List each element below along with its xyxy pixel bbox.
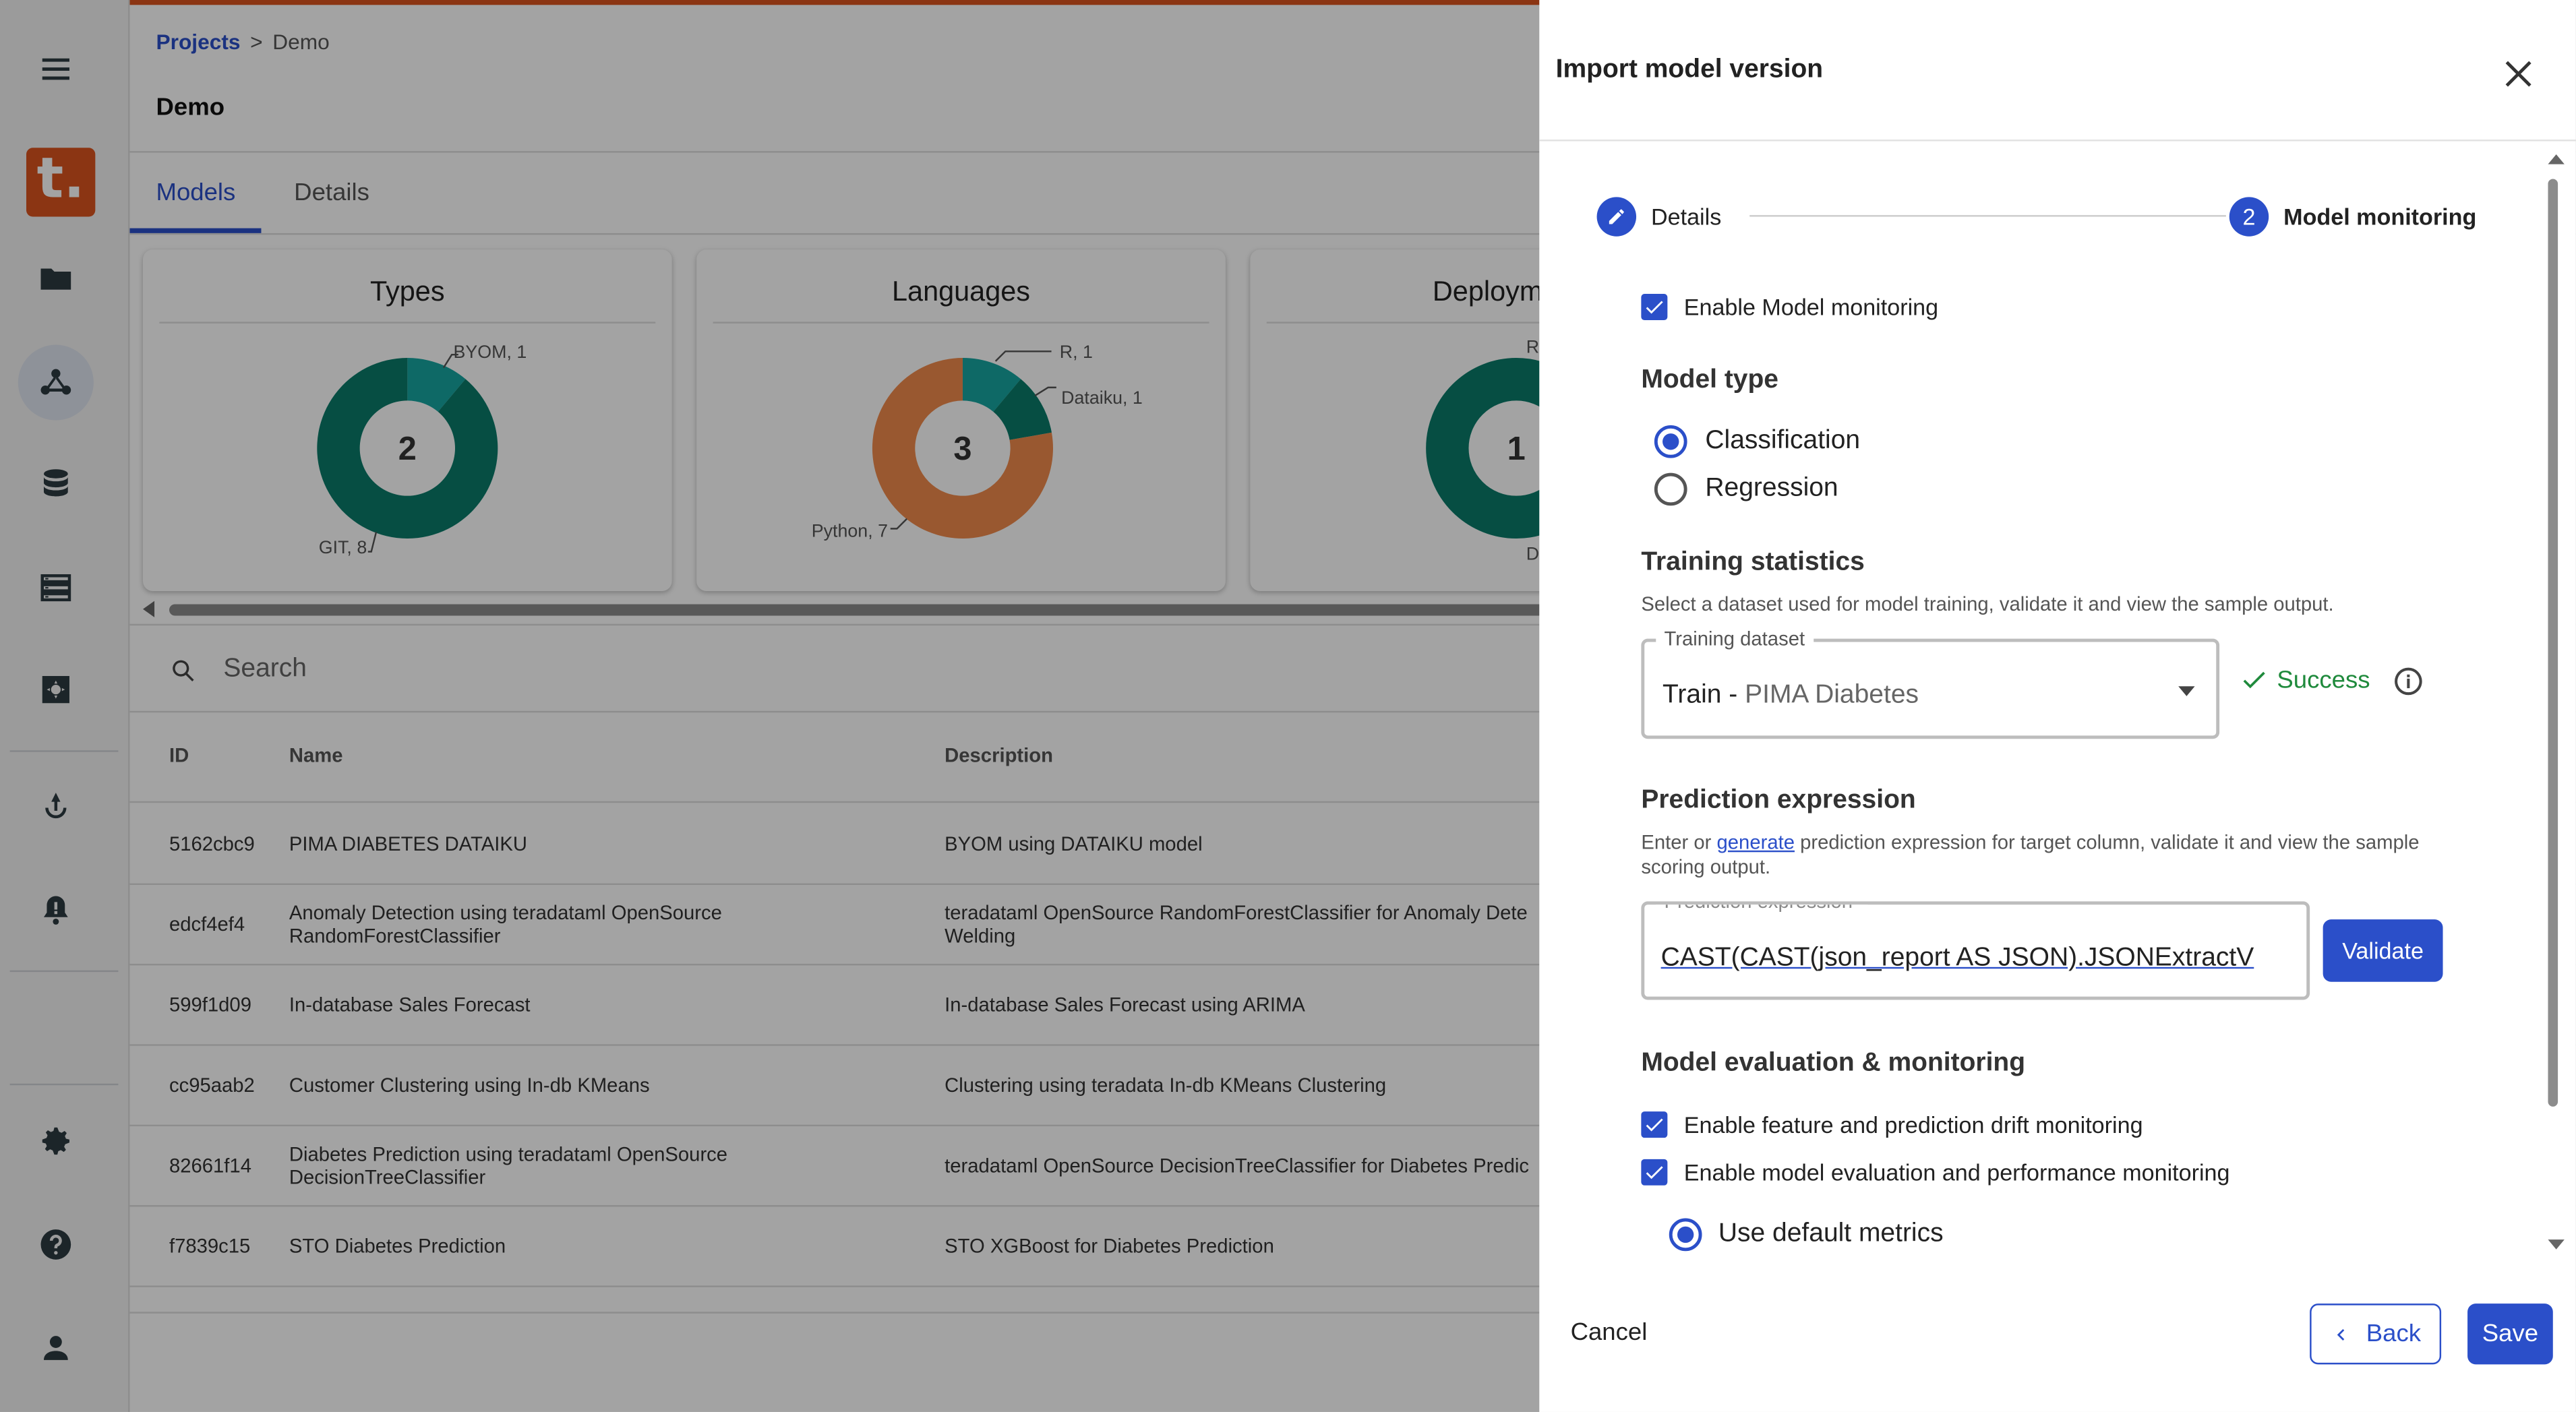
validation-status: Success <box>2239 665 2370 695</box>
step-label: Details <box>1650 202 1722 229</box>
evaluation-heading: Model evaluation & monitoring <box>1641 1049 2026 1078</box>
save-button[interactable]: Save <box>2467 1303 2553 1365</box>
import-model-drawer: Import model version Details 2 Model mon… <box>1539 0 2576 1412</box>
drawer-scrollbar[interactable] <box>2542 151 2568 1254</box>
step-number: 2 <box>2229 196 2269 236</box>
field-label: Training dataset <box>1656 627 1814 650</box>
generate-link[interactable]: generate <box>1717 831 1795 854</box>
performance-monitoring-label: Enable model evaluation and performance … <box>1683 1159 2230 1186</box>
scroll-up-arrow[interactable] <box>2548 154 2565 164</box>
scroll-down-arrow[interactable] <box>2548 1239 2565 1250</box>
drift-monitoring-checkbox[interactable] <box>1641 1111 1668 1138</box>
step-details[interactable]: Details <box>1596 195 1722 237</box>
scroll-thumb[interactable] <box>2548 179 2558 1107</box>
check-icon <box>1646 1118 1663 1132</box>
regression-label: Regression <box>1705 474 1838 503</box>
back-label: Back <box>2366 1320 2422 1348</box>
dataset-name: PIMA Diabetes <box>1745 681 1919 710</box>
prediction-expression-help: Enter or generate prediction expression … <box>1641 831 2462 880</box>
step-model-monitoring[interactable]: 2 Model monitoring <box>2229 195 2477 237</box>
enable-monitoring-label: Enable Model monitoring <box>1683 294 1939 321</box>
stepper-connector <box>1749 215 2226 217</box>
cancel-button[interactable]: Cancel <box>1571 1318 1648 1346</box>
info-icon[interactable] <box>2392 665 2425 698</box>
expression-value: CAST(CAST(json_report AS JSON).JSONExtra… <box>1660 944 2254 973</box>
chevron-left-icon <box>2337 1328 2345 1340</box>
check-icon <box>1646 301 1663 314</box>
default-metrics-radio[interactable] <box>1669 1218 1702 1252</box>
chevron-down-icon <box>2178 686 2195 696</box>
field-label: Prediction expression* <box>1656 904 1869 913</box>
training-statistics-help: Select a dataset used for model training… <box>1641 592 2334 616</box>
dataset-prefix: Train - <box>1663 681 1738 710</box>
performance-monitoring-checkbox[interactable] <box>1641 1159 1668 1186</box>
enable-monitoring-checkbox[interactable] <box>1641 294 1668 321</box>
training-statistics-heading: Training statistics <box>1641 548 1865 577</box>
classification-radio[interactable] <box>1654 425 1687 458</box>
close-icon[interactable] <box>2498 54 2538 93</box>
back-button[interactable]: Back <box>2310 1303 2442 1365</box>
drawer-title: Import model version <box>1555 55 1824 84</box>
regression-radio[interactable] <box>1654 472 1687 506</box>
status-text: Success <box>2277 665 2370 694</box>
selected-value: Train - PIMA Diabetes <box>1663 681 1919 711</box>
drawer-divider <box>1539 140 2576 142</box>
validate-button[interactable]: Validate <box>2323 919 2443 982</box>
prediction-expression-input[interactable]: Prediction expression* CAST(CAST(json_re… <box>1641 901 2310 1000</box>
training-dataset-select[interactable]: Training dataset Train - PIMA Diabetes <box>1641 627 2220 739</box>
pencil-icon <box>1596 196 1637 236</box>
help-text: Enter or <box>1641 830 1712 854</box>
classification-label: Classification <box>1705 427 1861 455</box>
default-metrics-label: Use default metrics <box>1718 1219 1944 1248</box>
check-icon <box>1646 1166 1663 1179</box>
model-type-heading: Model type <box>1641 366 1778 394</box>
checkmark-icon <box>2243 671 2265 689</box>
drift-monitoring-label: Enable feature and prediction drift moni… <box>1683 1111 2143 1138</box>
prediction-expression-heading: Prediction expression <box>1641 786 1916 815</box>
app-window: t. Projects > Demo Demo Models Details T… <box>0 0 2576 1412</box>
step-label: Model monitoring <box>2283 202 2477 229</box>
